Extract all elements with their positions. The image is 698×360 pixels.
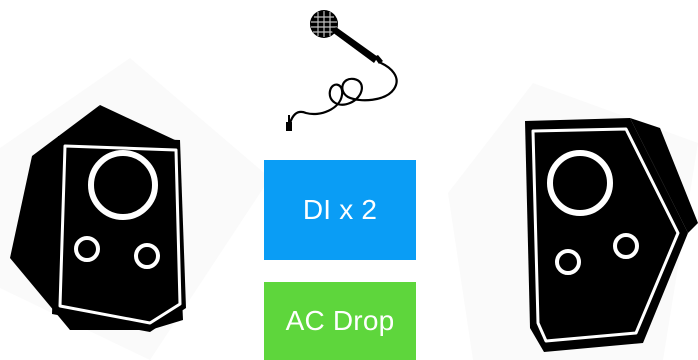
right-speaker-icon — [448, 73, 698, 360]
stage-plot: DI x 2 AC Drop — [0, 0, 698, 360]
di-box-label: DI x 2 — [302, 194, 378, 225]
microphone-icon — [280, 5, 410, 135]
left-speaker-icon — [0, 58, 270, 360]
ac-drop-box-label: AC Drop — [285, 305, 395, 336]
ac-drop-box: AC Drop — [264, 282, 416, 360]
di-box: DI x 2 — [264, 160, 416, 260]
